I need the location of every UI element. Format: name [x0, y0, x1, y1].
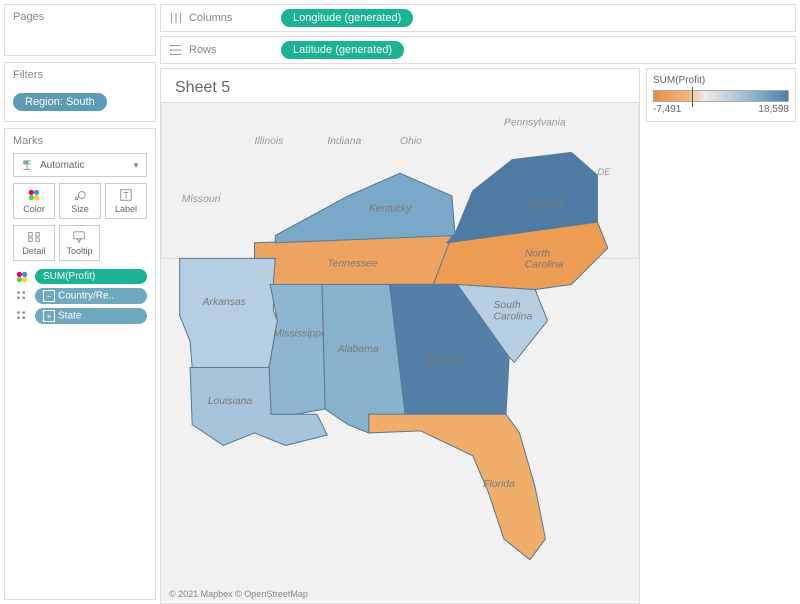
svg-text:Indiana: Indiana	[327, 136, 361, 147]
detail-icon	[13, 309, 31, 323]
detail-icon	[27, 230, 41, 244]
svg-text:Missouri: Missouri	[182, 194, 221, 205]
columns-label: Columns	[189, 12, 232, 24]
rows-icon	[169, 43, 183, 57]
mark-type-label: Automatic	[40, 160, 84, 171]
marks-title: Marks	[5, 129, 155, 153]
columns-shelf[interactable]: Columns Longitude (generated)	[160, 4, 796, 32]
tooltip-button[interactable]: Tooltip	[59, 225, 101, 261]
filter-region[interactable]: Region: South	[13, 93, 107, 111]
filters-title: Filters	[5, 63, 155, 87]
legend-max: 18,598	[758, 104, 789, 115]
color-icon	[13, 270, 31, 284]
mark-type-select[interactable]: Automatic ▼	[13, 153, 147, 177]
svg-text:Virginia: Virginia	[530, 198, 565, 209]
rows-pill[interactable]: Latitude (generated)	[281, 41, 404, 59]
minus-icon: −	[43, 290, 55, 302]
mark-pill-profit[interactable]: SUM(Profit)	[35, 269, 147, 284]
plus-icon: +	[43, 310, 55, 322]
state-mississippi[interactable]	[269, 284, 325, 414]
svg-text:Florida: Florida	[483, 479, 515, 490]
pages-title: Pages	[5, 5, 155, 29]
detail-button[interactable]: Detail	[13, 225, 55, 261]
svg-text:T: T	[123, 191, 129, 201]
filters-card: Filters Region: South	[4, 62, 156, 122]
svg-text:Pennsylvania: Pennsylvania	[504, 117, 566, 128]
label-icon: T	[119, 188, 133, 202]
legend-min: -7,491	[653, 104, 681, 115]
color-icon	[27, 188, 41, 202]
svg-text:Arkansas: Arkansas	[202, 297, 246, 308]
legend-title: SUM(Profit)	[653, 75, 789, 86]
rows-shelf[interactable]: Rows Latitude (generated)	[160, 36, 796, 64]
svg-text:Georgia: Georgia	[426, 354, 463, 365]
color-legend[interactable]: SUM(Profit) -7,491 18,598	[646, 68, 796, 122]
mark-pill-country[interactable]: −Country/Re..	[35, 288, 147, 304]
map-view[interactable]: Sheet 5 Illinois Indiana Ohio Pennsylvan…	[160, 68, 640, 604]
svg-text:Kentucky: Kentucky	[369, 204, 412, 215]
legend-zero-tick	[692, 87, 693, 107]
marks-card: Marks Automatic ▼ Color	[4, 128, 156, 600]
pages-card: Pages	[4, 4, 156, 56]
legend-gradient[interactable]	[653, 90, 789, 102]
automatic-icon	[20, 158, 34, 172]
svg-text:DE: DE	[597, 167, 611, 177]
rows-label: Rows	[189, 44, 217, 56]
tooltip-icon	[72, 230, 86, 244]
label-button[interactable]: T Label	[105, 183, 147, 219]
choropleth-map[interactable]: Illinois Indiana Ohio Pennsylvania Misso…	[161, 101, 639, 603]
color-button[interactable]: Color	[13, 183, 55, 219]
columns-pill[interactable]: Longitude (generated)	[281, 9, 413, 27]
size-button[interactable]: Size	[59, 183, 101, 219]
columns-icon	[169, 11, 183, 25]
svg-text:Alabama: Alabama	[337, 344, 379, 355]
sheet-title[interactable]: Sheet 5	[161, 69, 639, 101]
map-attribution: © 2021 Mapbox © OpenStreetMap	[169, 589, 308, 599]
svg-text:Tennessee: Tennessee	[327, 259, 378, 270]
detail-icon	[13, 289, 31, 303]
svg-text:Mississippi: Mississippi	[273, 328, 324, 339]
size-icon	[73, 188, 87, 202]
svg-text:Illinois: Illinois	[255, 136, 284, 147]
chevron-down-icon: ▼	[132, 161, 140, 170]
mark-pill-state[interactable]: +State	[35, 308, 147, 324]
svg-text:Ohio: Ohio	[400, 136, 422, 147]
svg-text:Louisiana: Louisiana	[208, 396, 253, 407]
state-arkansas[interactable]	[180, 258, 278, 367]
